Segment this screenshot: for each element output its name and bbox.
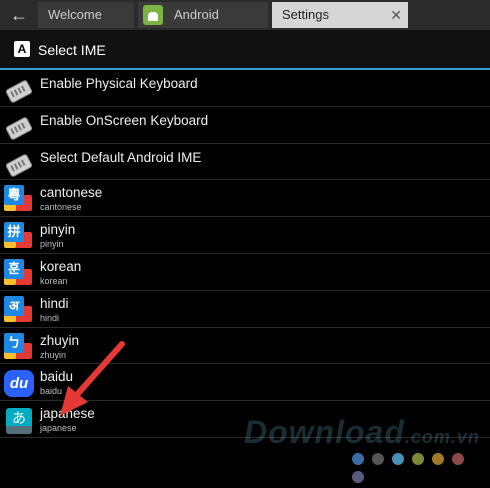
tab-bar: ← Welcome Android Settings ✕ (0, 0, 490, 30)
android-icon (143, 5, 163, 25)
tab-welcome-label: Welcome (48, 7, 102, 22)
back-arrow-icon[interactable]: ← (8, 4, 30, 26)
keyboard-icon (4, 75, 34, 104)
watermark-dot (352, 471, 364, 483)
ime-app-icon: A (14, 41, 30, 57)
list-item-title: Enable OnScreen Keyboard (40, 112, 209, 128)
tab-android[interactable]: Android (138, 2, 268, 28)
list-item[interactable]: Select Default Android IME (0, 144, 490, 181)
cantonese-icon: 粵 (4, 185, 34, 213)
watermark-suffix: .com.vn (404, 427, 480, 447)
list-item-subtitle: pinyin (40, 239, 64, 250)
tab-settings-label: Settings (282, 7, 329, 22)
watermark-main: Download (244, 414, 405, 450)
close-icon[interactable]: ✕ (390, 2, 402, 28)
list-item[interactable]: Enable OnScreen Keyboard (0, 107, 490, 144)
keyboard-icon (4, 149, 34, 178)
list-item[interactable]: Enable Physical Keyboard (0, 70, 490, 107)
list-item[interactable]: 훈 korean korean (0, 254, 490, 291)
watermark: Download.com.vn (244, 414, 480, 451)
list-item-title: Select Default Android IME (40, 149, 202, 165)
watermark-dot (392, 453, 404, 465)
tab-android-label: Android (174, 7, 219, 22)
hindi-icon: अ (4, 295, 34, 324)
list-item-subtitle: korean (40, 275, 68, 286)
watermark-dots (352, 452, 490, 483)
list-item-title: korean (40, 258, 82, 274)
tab-settings[interactable]: Settings ✕ (272, 2, 408, 28)
watermark-dot (432, 453, 444, 465)
tab-welcome[interactable]: Welcome (38, 2, 134, 28)
list-item[interactable]: 拼 pinyin pinyin (0, 217, 490, 254)
pinyin-icon: 拼 (4, 222, 34, 250)
list-item-title: cantonese (40, 185, 103, 201)
zhuyin-icon: ㄅ (4, 332, 34, 361)
list-item-subtitle: japanese (40, 423, 77, 434)
list-item-title: Enable Physical Keyboard (40, 76, 198, 91)
list-item-title: pinyin (40, 222, 76, 238)
list-item-title: hindi (40, 295, 69, 311)
watermark-dot (352, 453, 364, 465)
dialog-header: A Select IME (0, 30, 490, 70)
list-item[interactable]: अ hindi hindi (0, 291, 490, 328)
list-item-subtitle: hindi (40, 312, 60, 323)
red-arrow-annotation (60, 341, 125, 416)
japanese-icon: あ (4, 406, 34, 435)
baidu-icon: du (4, 369, 34, 398)
keyboard-icon (4, 112, 34, 141)
watermark-dot (372, 453, 384, 465)
list-item-subtitle: cantonese (40, 202, 82, 213)
page-title: Select IME (38, 42, 106, 58)
watermark-dot (452, 453, 464, 465)
watermark-dot (412, 453, 424, 465)
korean-icon: 훈 (4, 258, 34, 287)
list-item[interactable]: 粵 cantonese cantonese (0, 180, 490, 218)
